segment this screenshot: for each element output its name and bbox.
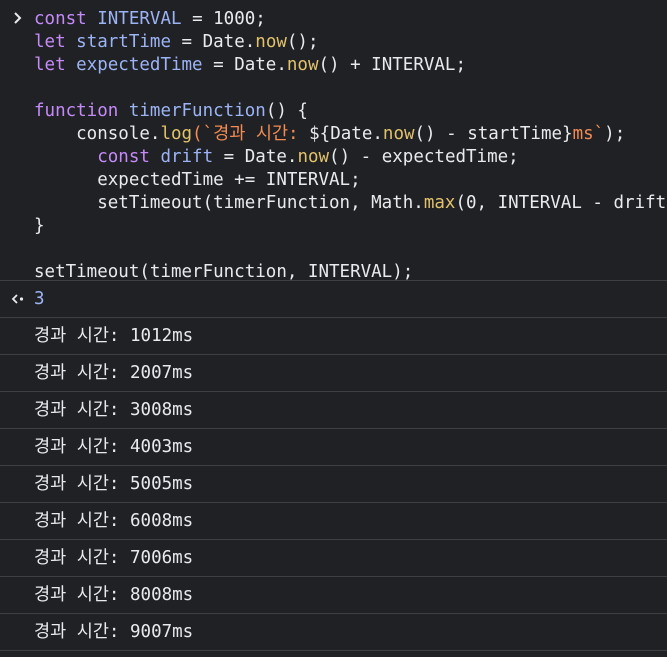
code-token: = 1000; xyxy=(181,9,266,29)
code-token: const xyxy=(34,9,87,29)
code-token: startTime xyxy=(76,32,171,52)
chevron-right-icon xyxy=(14,12,22,24)
code-token: () - startTime} xyxy=(414,124,573,144)
code-token: function xyxy=(34,101,119,121)
code-token: setTimeout(timerFunction, INTERVAL); xyxy=(34,262,414,282)
result-value: 3 xyxy=(34,289,45,309)
code-line: expectedTime += INTERVAL; xyxy=(34,169,667,192)
code-token: ${Date. xyxy=(309,124,383,144)
code-token: now xyxy=(297,147,330,167)
console-log-row[interactable]: 경과 시간: 4003ms xyxy=(0,429,667,466)
code-token: ); xyxy=(604,124,626,144)
console-log-row[interactable]: 경과 시간: 6008ms xyxy=(0,503,667,540)
code-token: () + INTERVAL; xyxy=(318,55,467,75)
code-token: = Date. xyxy=(202,55,287,75)
code-token: ms` xyxy=(572,124,605,144)
code-line: } xyxy=(34,215,667,238)
code-token: = Date. xyxy=(213,147,298,167)
code-token: expectedTime += INTERVAL; xyxy=(34,170,361,190)
code-token: now xyxy=(382,124,415,144)
code-token: = Date. xyxy=(170,32,256,52)
code-line: console.log(`경과 시간: ${Date.now() - start… xyxy=(34,123,667,146)
code-token: expectedTime xyxy=(76,55,203,75)
code-token: let xyxy=(34,55,66,75)
code-token: INTERVAL xyxy=(97,9,182,29)
console-log-list: 경과 시간: 1012ms 경과 시간: 2007ms 경과 시간: 3008ms 경… xyxy=(0,318,667,651)
code-token: () - expectedTime; xyxy=(329,147,519,167)
console-log-row[interactable]: 경과 시간: 9007ms xyxy=(0,614,667,651)
console-input-entry[interactable]: const INTERVAL = 1000; let startTime = Da… xyxy=(0,0,667,284)
console-log-row[interactable]: 경과 시간: 8008ms xyxy=(0,577,667,614)
console-result-row[interactable]: 3 xyxy=(0,281,667,318)
console-log-row[interactable]: 경과 시간: 7006ms xyxy=(0,540,667,577)
code-line: const INTERVAL = 1000; xyxy=(34,8,667,31)
code-token: log xyxy=(160,124,193,144)
console-log-row[interactable]: 경과 시간: 2007ms xyxy=(0,355,667,392)
code-line: function timerFunction() { xyxy=(34,100,667,123)
code-token: () { xyxy=(265,101,308,121)
code-token: max xyxy=(423,193,456,213)
code-token: console. xyxy=(34,124,161,144)
code-token: (0, INTERVAL - drift)); xyxy=(455,193,667,213)
console-log-row[interactable]: 경과 시간: 3008ms xyxy=(0,392,667,429)
code-token: setTimeout(timerFunction, Math. xyxy=(34,193,424,213)
code-token: drift xyxy=(160,147,214,167)
code-token: now xyxy=(286,55,319,75)
code-token: timerFunction xyxy=(128,101,266,121)
console-log-row[interactable]: 경과 시간: 5005ms xyxy=(0,466,667,503)
code-line: const drift = Date.now() - expectedTime; xyxy=(34,146,667,169)
code-token: let xyxy=(34,32,66,52)
code-line: setTimeout(timerFunction, Math.max(0, IN… xyxy=(34,192,667,215)
code-token: const xyxy=(97,147,150,167)
code-token: (`경과 시간: xyxy=(192,124,310,144)
code-block: const INTERVAL = 1000; let startTime = Da… xyxy=(34,8,667,284)
code-token: } xyxy=(34,216,45,236)
code-line: let expectedTime = Date.now() + INTERVAL… xyxy=(34,54,667,77)
code-token: (); xyxy=(286,32,319,52)
console-log-row[interactable]: 경과 시간: 1012ms xyxy=(0,318,667,355)
code-token: now xyxy=(255,32,287,52)
code-line: let startTime = Date.now(); xyxy=(34,31,667,54)
return-arrow-icon xyxy=(11,294,24,304)
